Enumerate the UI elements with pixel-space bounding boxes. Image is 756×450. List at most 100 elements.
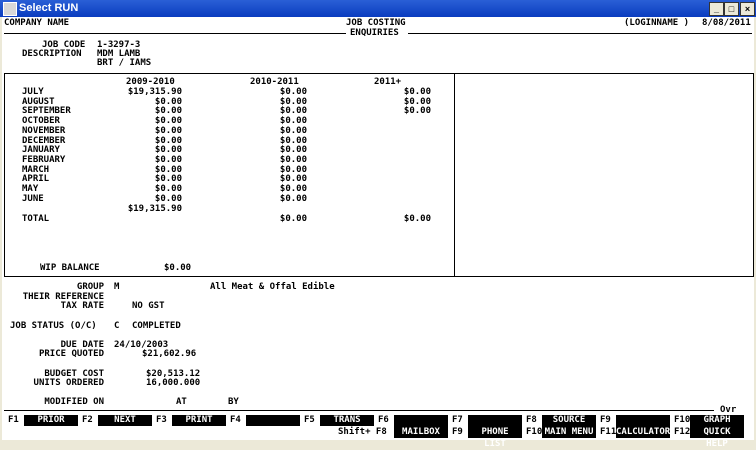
month-value-2010-2011: $0.00: [279, 184, 307, 194]
function-key-alt-label: MAILBOX: [394, 426, 448, 438]
login-name: (LOGINNAME ): [624, 18, 690, 28]
month-value-2009-2010: $0.00: [154, 145, 182, 156]
tax-rate-value: NO GST: [132, 301, 165, 311]
function-key-label: [394, 415, 448, 426]
group-value: M: [114, 282, 120, 292]
function-key-f8[interactable]: F8 SOURCE F10 MAIN MENU: [526, 415, 600, 439]
month-label: OCTOBER: [22, 116, 60, 127]
function-key-alt-number: F12: [674, 427, 691, 437]
function-key-number: F6: [378, 415, 389, 425]
footer-rule: [4, 410, 714, 411]
month-label: JANUARY: [22, 145, 60, 156]
function-key-number: F5: [304, 415, 315, 425]
month-value-2009-2010: $0.00: [154, 164, 182, 175]
function-key-f10[interactable]: F10 GRAPH F12 QUICK HELP: [674, 415, 748, 449]
period-header-1: 2009-2010: [126, 77, 175, 87]
function-key-f2[interactable]: F2 NEXT: [82, 415, 156, 439]
month-value-2010-2011: $0.00: [279, 193, 307, 204]
description-label: DESCRIPTION: [22, 49, 82, 59]
app-icon: [3, 2, 17, 16]
total-label: TOTAL: [22, 214, 50, 224]
function-key-number: F4: [230, 415, 241, 425]
units-ordered-label: UNITS ORDERED: [33, 378, 104, 388]
month-label: FEBRUARY: [22, 154, 66, 165]
company-name: COMPANY NAME: [4, 18, 70, 28]
function-key-label: PRIOR: [24, 415, 78, 426]
function-key-f9[interactable]: F9 F11 CALCULATOR: [600, 415, 674, 439]
group-description: All Meat & Offal Edible: [210, 282, 335, 292]
month-value-2010-2011: $0.00: [279, 116, 307, 127]
description-line-2: BRT / IAMS: [97, 58, 152, 68]
module-name: JOB COSTING: [346, 18, 406, 28]
tax-rate-label: TAX RATE: [60, 301, 104, 311]
job-status-value: COMPLETED: [132, 321, 181, 331]
subtotal-2009-2010: $19,315.90: [127, 204, 182, 214]
maximize-button[interactable]: □: [724, 2, 739, 16]
month-label: NOVEMBER: [22, 125, 66, 136]
overwrite-indicator: Ovr: [720, 405, 737, 415]
app-window: Select RUN _ □ × COMPANY NAME JOB COSTIN…: [0, 0, 756, 449]
function-key-f1[interactable]: F1 PRIOR: [8, 415, 82, 439]
function-key-label: SOURCE: [542, 415, 596, 426]
function-key-alt-number: F10: [526, 427, 543, 437]
month-label: JUNE: [22, 193, 44, 204]
month-value-2009-2010: $0.00: [154, 116, 182, 127]
month-label: APRIL: [22, 174, 50, 185]
job-status-label: JOB STATUS (O/C): [10, 321, 97, 331]
month-value-2009-2010: $0.00: [154, 96, 182, 107]
header-rule-right: [408, 33, 752, 34]
month-value-2011-plus: $0.00: [403, 106, 431, 117]
function-key-f4[interactable]: F4: [230, 415, 304, 439]
minimize-button[interactable]: _: [709, 2, 724, 16]
function-key-alt-label: QUICK HELP: [690, 426, 744, 449]
function-key-alt-number: F9: [452, 427, 463, 437]
side-panel: [454, 73, 754, 277]
price-quoted-value: $21,602.96: [142, 349, 197, 359]
total-2011-plus: $0.00: [403, 214, 431, 224]
function-key-label: [246, 415, 300, 426]
function-key-alt-number: F11: [600, 427, 617, 437]
function-key-label: [616, 415, 670, 426]
month-value-2009-2010: $0.00: [154, 193, 182, 204]
function-key-bar: F1 PRIOR F2 NEXT F3 PRINT F4 F5 TRANS F6 Shift+ F8…: [2, 415, 754, 449]
function-key-number: F10: [674, 415, 691, 425]
month-value-2011-plus: $0.00: [403, 96, 431, 107]
wip-balance-value: $0.00: [164, 263, 192, 273]
function-key-f3[interactable]: F3 PRINT: [156, 415, 230, 439]
month-label: DECEMBER: [22, 135, 66, 146]
month-value-2009-2010: $19,315.90: [127, 87, 182, 97]
function-key-f7[interactable]: F7 F9 PHONE LIST: [452, 415, 526, 449]
month-value-2009-2010: $0.00: [154, 174, 182, 185]
total-2010-2011: $0.00: [279, 214, 307, 224]
header-date: 8/08/2011: [702, 18, 751, 28]
function-key-number: F1: [8, 415, 19, 425]
month-value-2011-plus: $0.00: [403, 87, 431, 97]
month-value-2010-2011: $0.00: [279, 106, 307, 117]
month-value-2010-2011: $0.00: [279, 164, 307, 175]
period-header-2: 2010-2011: [250, 77, 299, 87]
function-key-label: NEXT: [98, 415, 152, 426]
month-value-2010-2011: $0.00: [279, 135, 307, 146]
month-value-2009-2010: $0.00: [154, 135, 182, 146]
function-key-number: F9: [600, 415, 611, 425]
month-value-2009-2010: $0.00: [154, 184, 182, 194]
function-key-number: F8: [526, 415, 537, 425]
month-value-2010-2011: $0.00: [279, 125, 307, 136]
function-key-f6[interactable]: F6 Shift+ F8 MAILBOX: [338, 415, 452, 439]
close-button[interactable]: ×: [740, 2, 755, 16]
header-rule-left: [4, 33, 346, 34]
group-label: GROUP: [76, 282, 104, 292]
month-value-2010-2011: $0.00: [279, 96, 307, 107]
function-key-label: [468, 415, 522, 426]
function-key-number: F3: [156, 415, 167, 425]
submodule-name: ENQUIRIES: [350, 28, 399, 38]
terminal-screen: COMPANY NAME JOB COSTING ENQUIRIES (LOGI…: [2, 17, 754, 449]
units-ordered-value: 16,000.000: [146, 378, 201, 388]
job-status-code: C: [114, 321, 120, 331]
modified-by-label: BY: [228, 397, 239, 407]
modified-on-label: MODIFIED ON: [44, 397, 104, 407]
function-key-number: F2: [82, 415, 93, 425]
function-key-label: TRANS: [320, 415, 374, 426]
month-label: MAY: [22, 184, 39, 194]
window-title: Select RUN: [19, 2, 79, 14]
